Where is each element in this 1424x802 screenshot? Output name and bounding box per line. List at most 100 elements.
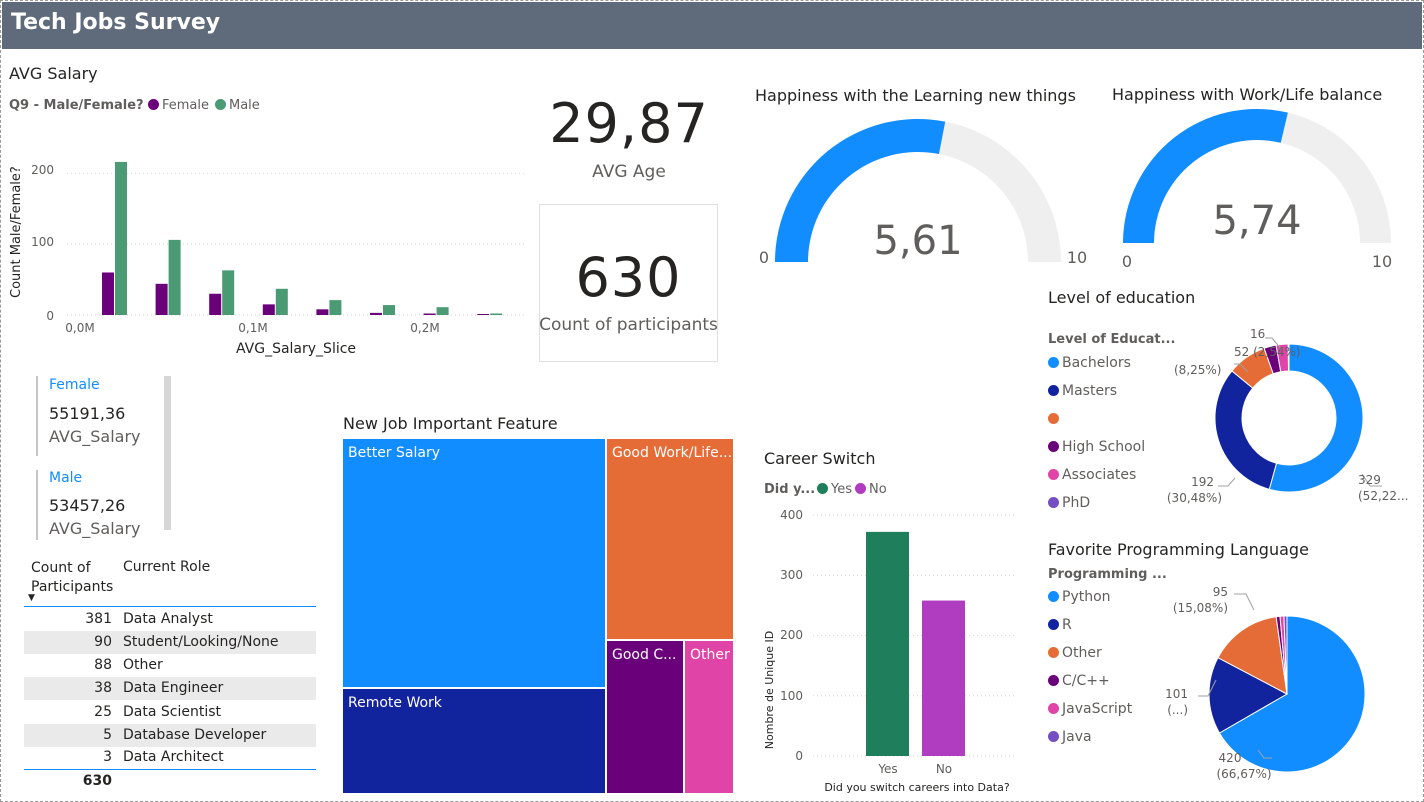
table-total: 630: [82, 773, 112, 789]
male-salary-caption: AVG_Salary: [49, 519, 141, 538]
legend-label: R: [1062, 617, 1072, 633]
participants-value: 630: [575, 246, 682, 309]
salary-bar-female[interactable]: [477, 314, 490, 315]
legend-item-male[interactable]: Male: [215, 98, 260, 113]
table-total-rule: [24, 769, 316, 770]
language-legend-item[interactable]: R: [1048, 617, 1072, 633]
career-bar-yes[interactable]: [866, 531, 909, 756]
report-header: Tech Jobs Survey: [2, 2, 1422, 49]
card-scrollbar[interactable]: [164, 376, 171, 530]
legend-label: JavaScript: [1062, 701, 1133, 717]
sort-desc-icon[interactable]: ▼: [28, 593, 35, 603]
language-legend-item[interactable]: JavaScript: [1048, 701, 1132, 717]
career-ytick-200: 200: [780, 628, 803, 642]
male-card-accent: [36, 470, 38, 540]
salary-bar-female[interactable]: [155, 283, 168, 315]
lang-label-other: 95: [1213, 585, 1228, 599]
edu-label-masters: 192: [1191, 475, 1214, 489]
gauge-balance-title: Happiness with Work/Life balance: [1112, 85, 1383, 104]
lang-label-python-pct: (66,67%): [1216, 767, 1271, 781]
female-salary-caption: AVG_Salary: [49, 427, 141, 446]
salary-xtick-1: 0,1M: [238, 321, 267, 335]
education-legend-item[interactable]: High School: [1048, 439, 1145, 455]
treemap-cell-other[interactable]: Other: [684, 640, 734, 794]
salary-bar-female[interactable]: [423, 313, 436, 316]
legend-label: Masters: [1062, 383, 1118, 399]
education-legend-item[interactable]: Bachelors: [1048, 355, 1131, 371]
legend-marker: [1048, 675, 1059, 686]
salary-bar-male[interactable]: [275, 288, 288, 315]
education-title: Level of education: [1048, 288, 1196, 307]
gauge-learning[interactable]: 5,61 0 10: [740, 110, 1100, 280]
salary-bar-male[interactable]: [168, 239, 181, 315]
education-legend-item[interactable]: [1048, 411, 1062, 427]
no-legend-marker: [855, 483, 866, 494]
language-legend-item[interactable]: Other: [1048, 645, 1102, 661]
table-row[interactable]: 38 Data Engineer: [24, 677, 316, 700]
edu-label-bachelors: 329: [1358, 473, 1381, 487]
table-row[interactable]: 3 Data Architect: [24, 746, 316, 769]
career-bar-no[interactable]: [922, 600, 965, 756]
avg-age-label: AVG Age: [592, 162, 666, 182]
salary-bar-male[interactable]: [222, 270, 235, 315]
language-legend-item[interactable]: Java: [1048, 729, 1092, 745]
language-legend-title: Programming ...: [1048, 567, 1167, 582]
legend-marker: [1048, 469, 1059, 480]
salary-bar-female[interactable]: [316, 309, 329, 315]
gauge-learning-value: 5,61: [873, 218, 962, 264]
career-legend-title: Did y...: [764, 482, 816, 497]
treemap-cell-good-c[interactable]: Good C...: [606, 640, 684, 794]
table-row[interactable]: 90 Student/Looking/None: [24, 631, 316, 654]
legend-marker: [1048, 413, 1059, 424]
table-row[interactable]: 25 Data Scientist: [24, 701, 316, 724]
salary-bar-female[interactable]: [102, 272, 114, 315]
female-card-accent: [36, 376, 38, 456]
male-legend-marker: [215, 99, 226, 110]
language-legend-item[interactable]: C/C++: [1048, 673, 1110, 689]
table-row[interactable]: 5 Database Developer: [24, 724, 316, 747]
salary-bar-female[interactable]: [370, 312, 382, 315]
legend-marker: [1048, 497, 1059, 508]
treemap-cell-work-life[interactable]: Good Work/Life...: [606, 438, 734, 640]
education-legend-item[interactable]: Associates: [1048, 467, 1136, 483]
treemap-cell-better-salary[interactable]: Better Salary: [342, 438, 606, 688]
salary-bar-chart[interactable]: Count Male/Female? 200 100 0 0,0M 0,1M 0…: [0, 118, 540, 363]
salary-bar-female[interactable]: [209, 293, 222, 315]
gauge-balance-value: 5,74: [1212, 198, 1301, 244]
legend-item-female[interactable]: Female: [148, 98, 209, 113]
legend-label: Java: [1062, 729, 1092, 745]
salary-bar-male[interactable]: [383, 305, 395, 315]
career-switch-title: Career Switch: [764, 449, 876, 468]
salary-chart-title: AVG Salary: [9, 64, 98, 83]
gauge-balance[interactable]: 5,74 0 10: [1100, 108, 1410, 273]
education-donut-chart[interactable]: 329 (52,22... 192 (30,48%) 52 (2,54%) (8…: [1160, 320, 1424, 515]
salary-bar-male[interactable]: [115, 161, 127, 315]
table-row[interactable]: 88 Other: [24, 654, 316, 677]
col-header-count[interactable]: Count of Participants: [31, 559, 113, 597]
lang-label-r-pct: (...): [1167, 703, 1188, 717]
treemap-cell-remote-work[interactable]: Remote Work: [342, 688, 606, 794]
table-row[interactable]: 381 Data Analyst: [24, 608, 316, 631]
language-pie-chart[interactable]: 420 (66,67%) 101 (...) 95 (15,08%): [1160, 582, 1424, 787]
legend-label: PhD: [1062, 495, 1091, 511]
education-slice[interactable]: [1214, 370, 1278, 490]
education-legend-item[interactable]: PhD: [1048, 495, 1090, 511]
salary-xtick-2: 0,2M: [410, 321, 439, 335]
label-leader-line: [1218, 477, 1236, 487]
col-header-role[interactable]: Current Role: [123, 559, 210, 575]
salary-ytick-0: 0: [46, 309, 54, 323]
salary-bar-male[interactable]: [436, 307, 449, 315]
legend-item-no[interactable]: No: [855, 482, 887, 497]
gauge-balance-max: 10: [1372, 252, 1392, 271]
legend-label: High School: [1062, 439, 1146, 455]
education-legend-item[interactable]: Masters: [1048, 383, 1117, 399]
legend-marker: [1048, 441, 1059, 452]
language-legend-item[interactable]: Python: [1048, 589, 1111, 605]
salary-bar-male[interactable]: [490, 313, 503, 316]
legend-label: Bachelors: [1062, 355, 1131, 371]
salary-bar-male[interactable]: [329, 300, 342, 315]
career-switch-chart[interactable]: Nombre de Unique ID 400 300 200 100 0 Di…: [755, 500, 1025, 798]
table-header-rule: [24, 606, 316, 607]
salary-bar-female[interactable]: [262, 304, 275, 315]
legend-item-yes[interactable]: Yes: [817, 482, 852, 497]
